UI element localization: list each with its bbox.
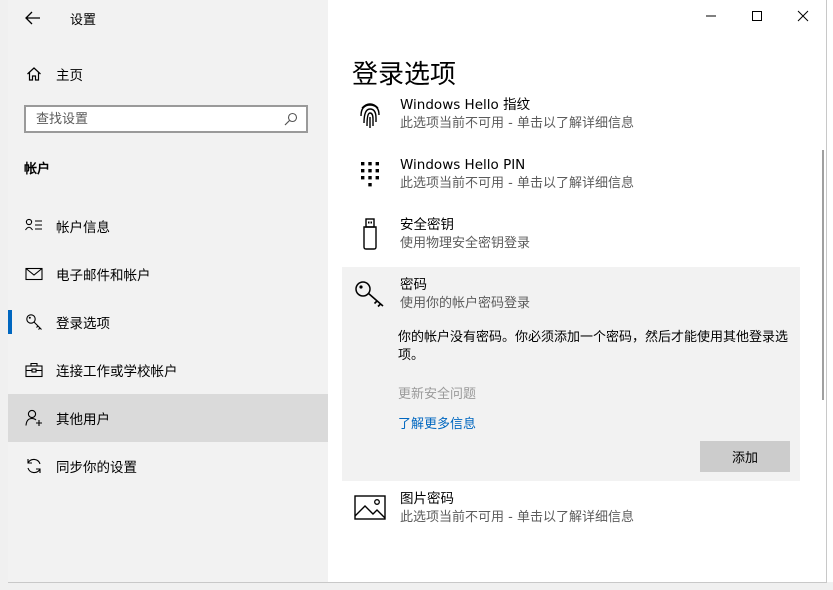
- sidebar-item-label: 同步你的设置: [56, 460, 137, 476]
- search-box: [24, 105, 308, 133]
- sidebar-item-sign-in-options[interactable]: 登录选项: [8, 298, 328, 346]
- option-title: 图片密码: [400, 491, 454, 507]
- no-password-message: 你的帐户没有密码。你必须添加一个密码，然后才能使用其他登录选项。: [398, 330, 789, 363]
- briefcase-icon: [24, 360, 44, 380]
- update-security-questions-link: 更新安全问题: [398, 387, 477, 402]
- sidebar-item-sync-settings[interactable]: 同步你的设置: [8, 442, 328, 490]
- option-description: 使用物理安全密钥登录: [400, 236, 531, 251]
- settings-window: 设置 主页 帐户: [8, 0, 827, 583]
- add-user-icon: [24, 408, 44, 428]
- background-strip-left: [0, 0, 8, 590]
- background-strip-bottom: [0, 582, 833, 590]
- sidebar-item-label: 连接工作或学校帐户: [56, 364, 178, 380]
- option-title: 密码: [400, 277, 427, 293]
- sidebar-item-account-info[interactable]: 帐户信息: [8, 202, 328, 250]
- sidebar-item-label: 其他用户: [56, 412, 110, 428]
- option-description: 此选项当前不可用 - 单击以了解详细信息: [400, 116, 634, 131]
- sidebar-nav-list: 帐户信息 电子邮件和帐户 登录选项 连接工作或学校帐户 其他用户 同步你的设置: [8, 202, 328, 490]
- page-title: 登录选项: [352, 60, 457, 90]
- option-password[interactable]: 密码 使用你的帐户密码登录 你的帐户没有密码。你必须添加一个密码，然后才能使用其…: [342, 267, 800, 481]
- main-content: 登录选项 Windows Hello 指纹 此选项当前不可用 - 单击以了解详细…: [328, 0, 826, 582]
- sidebar-item-label: 帐户信息: [56, 220, 110, 236]
- option-title: 安全密钥: [400, 217, 454, 233]
- sidebar-item-work-school[interactable]: 连接工作或学校帐户: [8, 346, 328, 394]
- option-security-key[interactable]: 安全密钥 使用物理安全密钥登录: [342, 216, 800, 253]
- option-description: 此选项当前不可用 - 单击以了解详细信息: [400, 176, 634, 191]
- fingerprint-icon: [354, 96, 386, 132]
- back-button[interactable]: [18, 4, 48, 32]
- home-icon: [24, 64, 44, 84]
- mail-icon: [24, 264, 44, 284]
- add-password-button[interactable]: 添加: [700, 441, 790, 472]
- key-icon: [24, 312, 44, 332]
- sync-icon: [24, 456, 44, 476]
- sidebar-item-home[interactable]: 主页: [8, 56, 328, 92]
- sidebar-item-label: 电子邮件和帐户: [56, 268, 151, 284]
- sidebar: 设置 主页 帐户: [8, 0, 328, 582]
- sidebar-item-email-accounts[interactable]: 电子邮件和帐户: [8, 250, 328, 298]
- picture-icon: [354, 490, 386, 526]
- selection-indicator: [8, 310, 12, 334]
- search-input[interactable]: [26, 107, 280, 131]
- pin-keypad-icon: [354, 156, 386, 192]
- section-heading-accounts: 帐户: [24, 162, 51, 177]
- option-pin[interactable]: Windows Hello PIN 此选项当前不可用 - 单击以了解详细信息: [342, 156, 800, 193]
- sidebar-item-other-users[interactable]: 其他用户: [8, 394, 328, 442]
- learn-more-link[interactable]: 了解更多信息: [398, 413, 476, 432]
- account-info-icon: [24, 216, 44, 236]
- scrollbar[interactable]: [822, 150, 824, 400]
- app-title: 设置: [70, 13, 97, 28]
- option-description: 此选项当前不可用 - 单击以了解详细信息: [400, 510, 634, 525]
- search-icon[interactable]: [280, 108, 302, 130]
- back-arrow-icon: [25, 11, 40, 25]
- usb-key-icon: [354, 216, 386, 252]
- sidebar-item-label: 登录选项: [56, 316, 110, 332]
- option-title: Windows Hello PIN: [400, 157, 526, 173]
- option-fingerprint[interactable]: Windows Hello 指纹 此选项当前不可用 - 单击以了解详细信息: [342, 96, 800, 133]
- option-title: Windows Hello 指纹: [400, 97, 531, 113]
- option-description: 使用你的帐户密码登录: [400, 296, 531, 311]
- password-key-icon: [354, 276, 386, 312]
- option-picture-password[interactable]: 图片密码 此选项当前不可用 - 单击以了解详细信息: [342, 490, 800, 527]
- home-label: 主页: [56, 68, 83, 84]
